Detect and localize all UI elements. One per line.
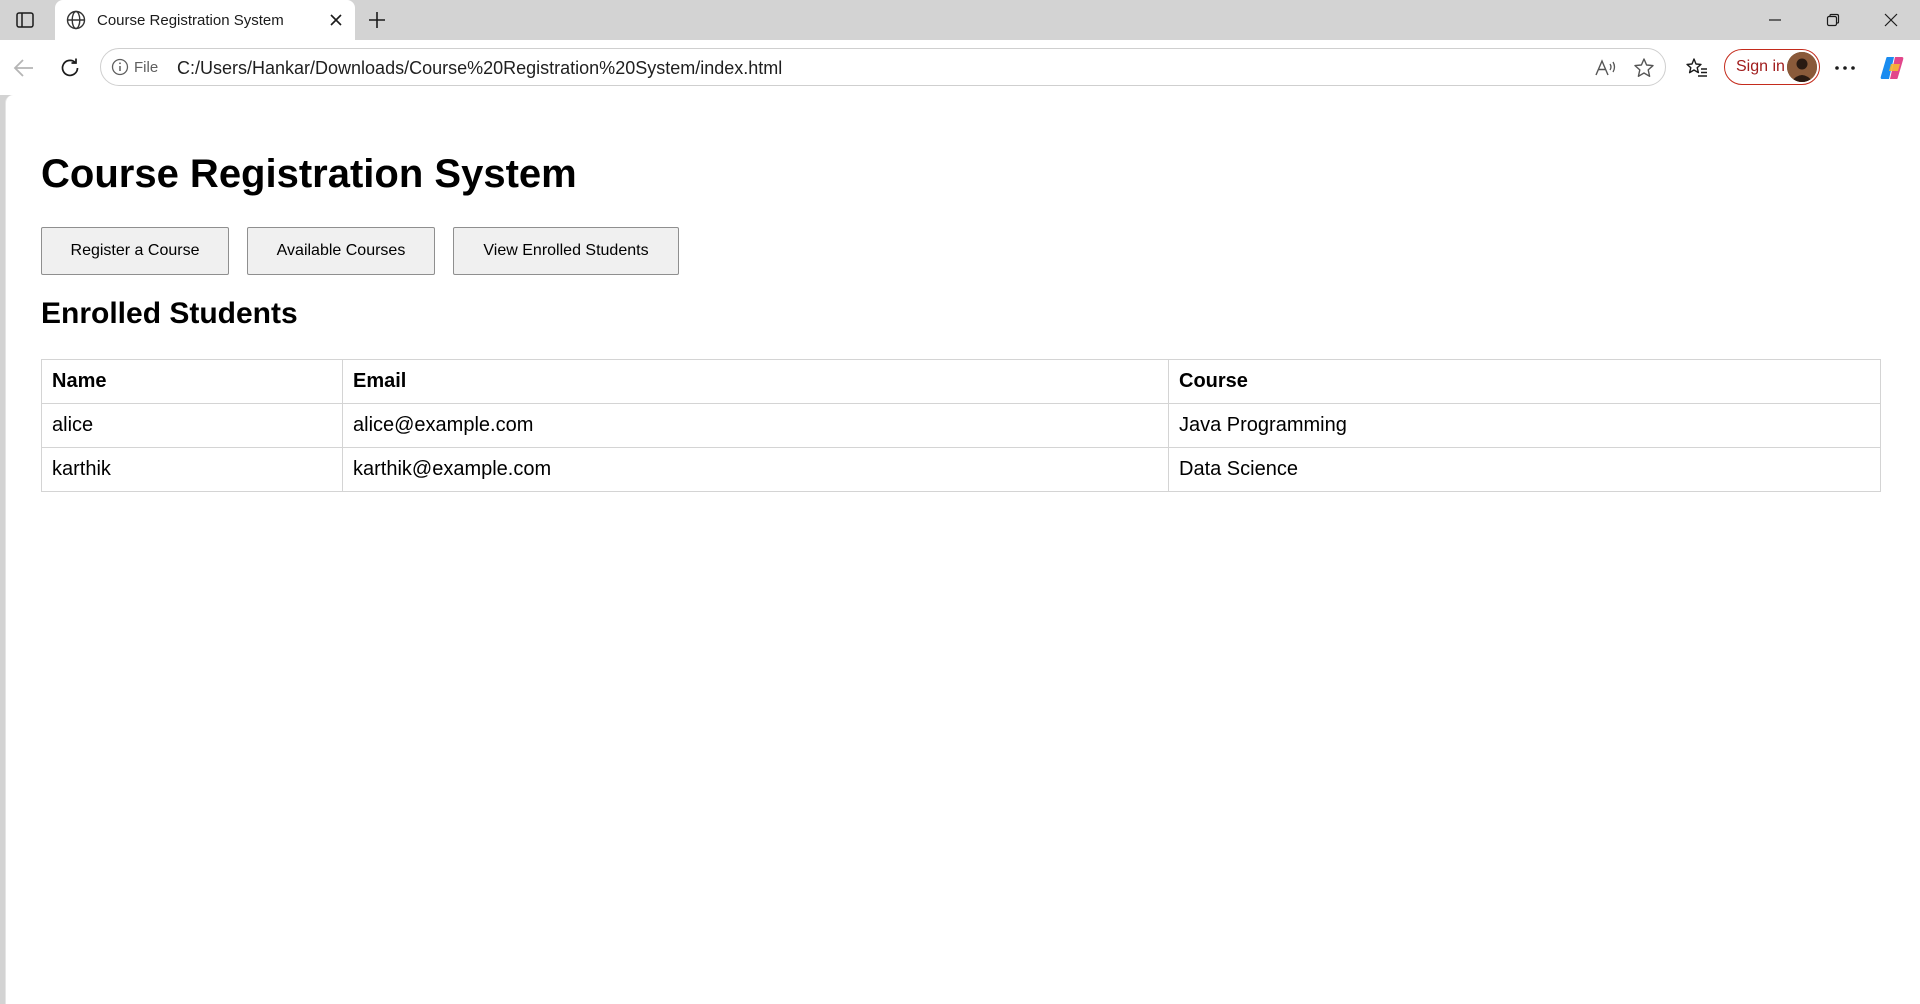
new-tab-icon[interactable] bbox=[362, 6, 392, 34]
globe-icon bbox=[64, 8, 88, 32]
back-icon[interactable] bbox=[6, 50, 42, 86]
refresh-icon[interactable] bbox=[52, 50, 88, 86]
url-text[interactable]: C:/Users/Hankar/Downloads/Course%20Regis… bbox=[177, 58, 782, 79]
site-info-button[interactable]: File bbox=[111, 56, 158, 78]
avatar bbox=[1787, 52, 1817, 82]
column-header-email: Email bbox=[342, 359, 1169, 404]
scheme-label: File bbox=[134, 58, 159, 76]
close-tab-icon[interactable] bbox=[325, 9, 347, 31]
column-header-name: Name bbox=[41, 359, 343, 404]
more-options-icon[interactable] bbox=[1827, 50, 1863, 86]
view-enrolled-students-button[interactable]: View Enrolled Students bbox=[453, 227, 679, 275]
read-aloud-icon[interactable] bbox=[1593, 56, 1619, 80]
minimize-icon[interactable] bbox=[1746, 0, 1804, 40]
browser-tab[interactable]: Course Registration System bbox=[55, 0, 355, 40]
favorite-star-icon[interactable] bbox=[1631, 56, 1657, 80]
cell-course: Data Science bbox=[1168, 447, 1881, 492]
address-bar[interactable]: File C:/Users/Hankar/Downloads/Course%20… bbox=[100, 48, 1666, 86]
enrolled-students-table: Name Email Course alice alice@example.co… bbox=[41, 359, 1881, 492]
cell-name: alice bbox=[41, 403, 343, 448]
tab-strip: Course Registration System bbox=[0, 0, 1920, 40]
available-courses-button[interactable]: Available Courses bbox=[247, 227, 435, 275]
table-header-row: Name Email Course bbox=[41, 359, 1881, 404]
tab-actions-icon[interactable] bbox=[10, 6, 40, 34]
cell-course: Java Programming bbox=[1168, 403, 1881, 448]
cell-name: karthik bbox=[41, 447, 343, 492]
info-icon bbox=[111, 58, 129, 76]
favorites-icon[interactable] bbox=[1679, 50, 1715, 86]
page-title: Course Registration System bbox=[41, 152, 577, 196]
restore-icon[interactable] bbox=[1804, 0, 1862, 40]
copilot-icon[interactable] bbox=[1874, 50, 1910, 86]
close-window-icon[interactable] bbox=[1862, 0, 1920, 40]
section-title: Enrolled Students bbox=[41, 297, 298, 330]
register-course-button[interactable]: Register a Course bbox=[41, 227, 229, 275]
page-viewport: Course Registration System Register a Co… bbox=[5, 95, 1920, 1004]
table-row: alice alice@example.com Java Programming bbox=[41, 403, 1881, 448]
sign-in-label: Sign in bbox=[1736, 58, 1785, 75]
tab-title: Course Registration System bbox=[97, 11, 284, 29]
column-header-course: Course bbox=[1168, 359, 1881, 404]
table-row: karthik karthik@example.com Data Science bbox=[41, 447, 1881, 492]
browser-toolbar: File C:/Users/Hankar/Downloads/Course%20… bbox=[0, 40, 1920, 95]
cell-email: alice@example.com bbox=[342, 403, 1169, 448]
sign-in-button[interactable]: Sign in bbox=[1724, 49, 1820, 85]
cell-email: karthik@example.com bbox=[342, 447, 1169, 492]
